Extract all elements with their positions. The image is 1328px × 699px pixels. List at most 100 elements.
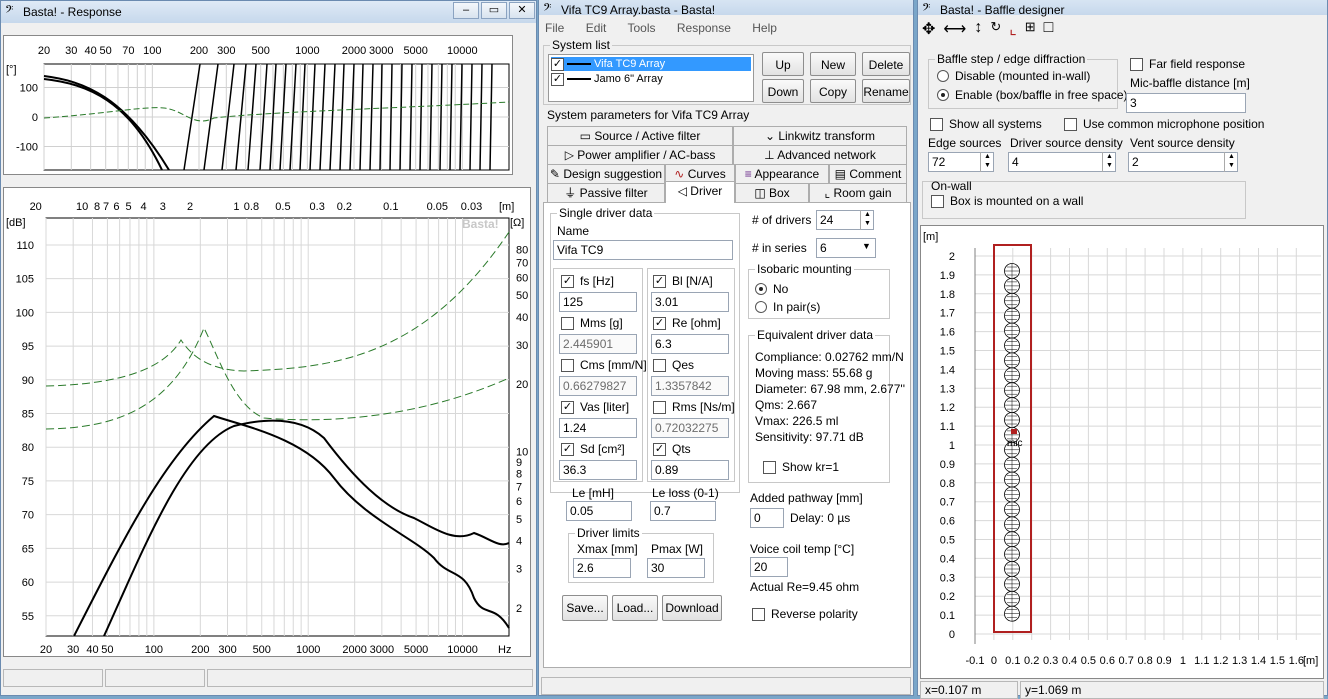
down-button[interactable]: Down	[762, 79, 804, 103]
vas-field[interactable]: 1.24	[559, 418, 637, 438]
pmax-field[interactable]: 30	[647, 558, 705, 578]
load-button[interactable]: Load...	[612, 595, 658, 621]
on-wall-check[interactable]	[931, 194, 944, 208]
bl-field[interactable]: 3.01	[651, 292, 729, 312]
mms-checkbox[interactable]: Mms [g]	[561, 316, 623, 330]
vctemp-field[interactable]: 20	[750, 557, 788, 577]
maximize-button[interactable]: ▭	[481, 2, 507, 19]
tab-appearance[interactable]: ≡ Appearance	[735, 164, 829, 183]
show-all-check[interactable]	[930, 117, 943, 131]
qes-check[interactable]	[653, 358, 666, 372]
rms-field[interactable]: 0.72032275	[651, 418, 729, 438]
reverse-polarity-checkbox[interactable]: Reverse polarity	[752, 607, 858, 621]
re-field[interactable]: 6.3	[651, 334, 729, 354]
sd-field[interactable]: 36.3	[559, 460, 637, 480]
rotate-icon[interactable]: ↻	[990, 19, 1001, 41]
radio-pairs[interactable]	[755, 301, 767, 313]
corner-tool-icon[interactable]: ⌞	[1009, 19, 1017, 41]
download-button[interactable]: Download	[662, 595, 722, 621]
tab-linkwitz[interactable]: ⌄ Linkwitz transform	[733, 126, 907, 145]
reverse-check[interactable]	[752, 607, 765, 621]
mic-marker[interactable]	[1011, 429, 1017, 434]
re-check[interactable]: ✓	[653, 316, 666, 330]
cms-checkbox[interactable]: Cms [mm/N]	[561, 358, 647, 372]
chevron-down-icon[interactable]: ▼	[862, 241, 871, 251]
show-kr-check[interactable]	[763, 460, 776, 474]
copy-button[interactable]: Copy	[810, 79, 856, 103]
menu-edit[interactable]: Edit	[586, 21, 607, 35]
le-field[interactable]: 0.05	[566, 501, 632, 521]
radio-disable[interactable]	[937, 70, 949, 82]
up-button[interactable]: Up	[762, 52, 804, 76]
phase-plot[interactable]: 20 30 40 50 70 100 200 300 500 1000 2000 3000 5000 10…	[3, 35, 513, 175]
tab-passive[interactable]: ⏚ Passive filter	[547, 183, 665, 202]
new-button[interactable]: New	[810, 52, 856, 76]
xmax-field[interactable]: 2.6	[573, 558, 631, 578]
move-icon[interactable]: ✥	[922, 19, 935, 41]
vent-density-spinner[interactable]: ▲ ▼	[1224, 152, 1238, 172]
mms-check[interactable]	[561, 316, 574, 330]
re-checkbox[interactable]: ✓ Re [ohm]	[653, 316, 721, 330]
on-wall-checkbox[interactable]: Box is mounted on a wall	[931, 194, 1083, 208]
vertical-resize-icon[interactable]: ↕	[974, 19, 982, 41]
tab-source[interactable]: ▭ Source / Active filter	[547, 126, 733, 145]
bl-checkbox[interactable]: ✓ Bl [N/A]	[653, 274, 713, 288]
vas-check[interactable]: ✓	[561, 400, 574, 414]
delete-button[interactable]: Delete	[862, 52, 910, 76]
tab-driver[interactable]: ◁ Driver	[665, 181, 735, 203]
minimize-button[interactable]: ‒	[453, 2, 479, 19]
grid-tool-icon[interactable]: ⊞	[1025, 19, 1036, 41]
main-titlebar[interactable]: 𝄢 Vifa TC9 Array.basta - Basta!	[539, 0, 913, 17]
sd-check[interactable]: ✓	[561, 442, 574, 456]
menu-file[interactable]: File	[545, 21, 564, 35]
qes-field[interactable]: 1.3357842	[651, 376, 729, 396]
rectangle-tool-icon[interactable]: □	[1044, 19, 1054, 41]
vas-checkbox[interactable]: ✓ Vas [liter]	[561, 400, 629, 414]
horizontal-resize-icon[interactable]: ⟷	[943, 19, 966, 41]
far-field-checkbox[interactable]: Far field response	[1130, 57, 1245, 71]
enable-radio[interactable]: Enable (box/baffle in free space)	[937, 88, 1128, 102]
edge-sources-spinner[interactable]: ▲ ▼	[980, 152, 994, 172]
fs-checkbox[interactable]: ✓ fs [Hz]	[561, 274, 614, 288]
fs-field[interactable]: 125	[559, 292, 637, 312]
rms-checkbox[interactable]: Rms [Ns/m]	[653, 400, 735, 414]
menu-tools[interactable]: Tools	[628, 21, 656, 35]
mic-distance-field[interactable]: 3	[1126, 93, 1246, 113]
qts-checkbox[interactable]: ✓ Qts	[653, 442, 691, 456]
radio-enable[interactable]	[937, 89, 949, 101]
system-checkbox[interactable]: ✓	[551, 57, 564, 71]
radio-no[interactable]	[755, 283, 767, 295]
common-mic-checkbox[interactable]: Use common microphone position	[1064, 117, 1264, 131]
cms-field[interactable]: 0.66279827	[559, 376, 637, 396]
num-drivers-spinner[interactable]: ▲ ▼	[860, 210, 874, 230]
common-mic-check[interactable]	[1064, 117, 1077, 131]
magnitude-plot[interactable]: 20 10 8 7 6 5 4 3 2 1 0.8 0.5 0.3 0.2 0.1 0.05 0.03 110 1…	[3, 187, 531, 657]
tab-box[interactable]: ◫ Box	[735, 183, 809, 202]
driver-density-field[interactable]: 4	[1008, 152, 1116, 172]
driver-density-spinner[interactable]: ▲ ▼	[1102, 152, 1116, 172]
qts-field[interactable]: 0.89	[651, 460, 729, 480]
baffle-canvas[interactable]: 2 1.9 1.8 1.7 1.6 1.5 1.4 1.3 1.2 1.1 1 0.9 0.8 0.7 0.…	[920, 225, 1324, 679]
show-all-checkbox[interactable]: Show all systems	[930, 117, 1042, 131]
fs-check[interactable]: ✓	[561, 274, 574, 288]
cms-check[interactable]	[561, 358, 574, 372]
sd-checkbox[interactable]: ✓ Sd [cm²]	[561, 442, 625, 456]
tab-comment[interactable]: ▤ Comment	[829, 164, 907, 183]
menu-help[interactable]: Help	[752, 21, 777, 35]
qes-checkbox[interactable]: Qes	[653, 358, 694, 372]
close-button[interactable]: ✕	[509, 2, 535, 19]
bl-check[interactable]: ✓	[653, 274, 666, 288]
disable-radio[interactable]: Disable (mounted in-wall)	[937, 69, 1090, 83]
system-checkbox[interactable]: ✓	[551, 72, 564, 86]
driver-name-field[interactable]: Vifa TC9	[553, 240, 733, 260]
far-field-check[interactable]	[1130, 57, 1143, 71]
menu-response[interactable]: Response	[677, 21, 731, 35]
tab-design[interactable]: ✎ Design suggestion	[547, 164, 665, 183]
isobaric-pairs-radio[interactable]: In pair(s)	[755, 300, 820, 314]
tab-power[interactable]: ▷ Power amplifier / AC-bass	[547, 145, 733, 164]
pathway-field[interactable]: 0	[750, 508, 784, 528]
system-list[interactable]: ✓ Vifa TC9 Array ✓ Jamo 6" Array	[548, 54, 754, 102]
vent-density-field[interactable]: 2	[1128, 152, 1238, 172]
baffle-titlebar[interactable]: 𝄢 Basta! - Baffle designer	[918, 0, 1327, 17]
rms-check[interactable]	[653, 400, 666, 414]
